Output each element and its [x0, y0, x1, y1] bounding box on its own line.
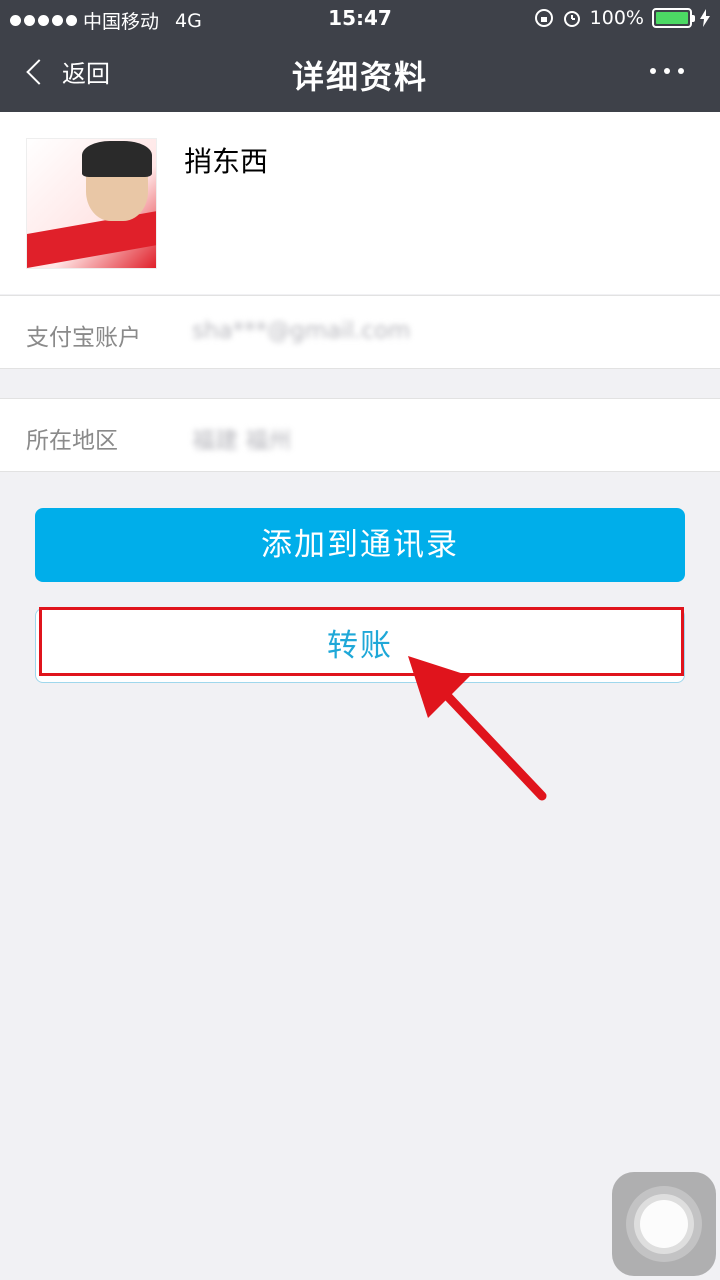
profile-card: 捎东西 [0, 112, 720, 294]
region-value: 福建 福州 [192, 428, 292, 454]
alipay-account-row: 支付宝账户 sha***@gmail.com [0, 295, 720, 369]
battery-icon [652, 8, 695, 28]
navbar: 返回 详细资料 [0, 38, 720, 112]
alarm-icon [563, 11, 580, 27]
status-right: 100% [534, 7, 710, 29]
page-title: 详细资料 [291, 58, 428, 96]
account-label: 支付宝账户 [26, 325, 141, 351]
account-value: sha***@gmail.com [192, 318, 411, 344]
transfer-button[interactable]: 转账 [35, 608, 685, 683]
add-to-contacts-button[interactable]: 添加到通讯录 [35, 508, 685, 582]
rotation-lock-icon [534, 9, 553, 27]
assistive-touch-icon[interactable] [612, 1172, 716, 1276]
status-bar: 中国移动 4G 15:47 100% [0, 0, 720, 38]
avatar[interactable] [26, 138, 157, 269]
battery-label: 100% [589, 7, 644, 29]
charging-icon [700, 9, 710, 27]
region-row: 所在地区 福建 福州 [0, 398, 720, 472]
header: 中国移动 4G 15:47 100% 返回 详细资料 [0, 0, 720, 112]
region-label: 所在地区 [26, 428, 118, 454]
profile-name: 捎东西 [184, 145, 269, 178]
more-dots-icon[interactable] [650, 68, 684, 74]
